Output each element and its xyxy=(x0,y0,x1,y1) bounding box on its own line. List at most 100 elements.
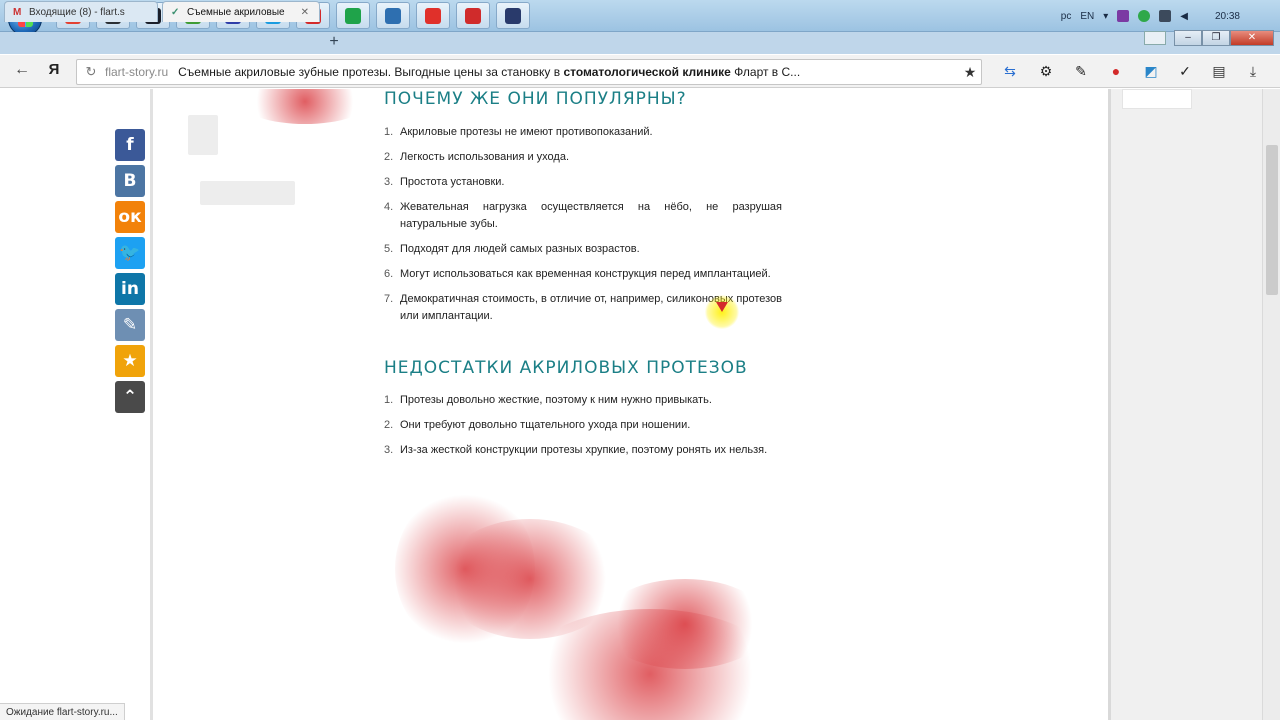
list-item-text: Жевательная нагрузка осуществляется на н… xyxy=(400,201,782,230)
media-icon xyxy=(505,7,521,24)
address-domain: flart-story.ru xyxy=(105,65,169,79)
tray-expand-icon[interactable]: ▾ xyxy=(1103,11,1108,22)
chat-icon xyxy=(385,7,401,24)
taskbar-app-button[interactable] xyxy=(416,2,450,29)
network-icon[interactable] xyxy=(1159,10,1172,22)
window-controls: – ❐ ✕ xyxy=(1174,30,1274,46)
address-page-title: Съемные акриловые зубные протезы. Выгодн… xyxy=(178,65,959,79)
yandex-y-icon xyxy=(425,7,441,24)
cursor-highlight xyxy=(705,295,739,329)
list-item: 2. Легкость использования и ухода. xyxy=(384,149,782,166)
mouse-cursor-icon xyxy=(716,302,728,312)
reload-icon[interactable]: ↻ xyxy=(81,64,101,80)
site-favicon-icon: ✓ xyxy=(171,6,180,18)
facebook-icon[interactable]: f xyxy=(115,129,145,161)
more-icon[interactable]: ⌃ xyxy=(115,381,145,413)
scrollbar-thumb[interactable] xyxy=(1266,145,1278,295)
clock[interactable]: 20:38 xyxy=(1215,11,1240,22)
twitter-icon[interactable]: 🐦 xyxy=(115,237,145,269)
downloads-icon[interactable] xyxy=(1144,31,1166,45)
tray-app-icon[interactable] xyxy=(1117,10,1130,22)
taskbar-app-button[interactable] xyxy=(336,2,370,29)
tab-inbox[interactable]: M Входящие (8) - flart.s xyxy=(4,1,158,22)
green-circle-icon xyxy=(345,7,361,24)
pen-icon[interactable]: ✎ xyxy=(1071,61,1091,81)
list-item: 3. Простота установки. xyxy=(384,174,782,191)
decorative-image-fragment xyxy=(188,115,218,155)
list-number: 3. xyxy=(384,176,394,188)
bookmark-star-icon[interactable]: ★ xyxy=(959,64,981,81)
system-tray: pc EN ▾ ◀ 20:38 xyxy=(1061,0,1240,32)
list-number: 2. xyxy=(384,419,394,431)
list-number: 2. xyxy=(384,151,394,163)
social-share-bar: f Вок 🐦 in ✎ ★ ⌃ xyxy=(115,129,145,413)
status-bar: Ожидание flart-story.ru... xyxy=(0,703,125,720)
yandex-logo-icon[interactable]: Я xyxy=(44,61,64,81)
language-indicator[interactable]: pc xyxy=(1061,11,1072,22)
taskbar-app-button[interactable] xyxy=(496,2,530,29)
taskbar-app-button[interactable] xyxy=(456,2,490,29)
list-number: 4. xyxy=(384,201,394,213)
translate-icon[interactable]: ⇆ xyxy=(1000,61,1020,81)
title-part: Съемные акриловые зубные протезы. Выгодн… xyxy=(178,65,564,79)
address-bar[interactable]: ↻ flart-story.ru Съемные акриловые зубны… xyxy=(76,59,982,85)
list-number: 5. xyxy=(384,243,394,255)
close-tab-icon[interactable]: ✕ xyxy=(301,7,309,18)
gutter-widget xyxy=(1122,89,1192,109)
close-window-button[interactable]: ✕ xyxy=(1230,30,1274,46)
tab-dentures[interactable]: ✓ Съемные акриловые ✕ xyxy=(162,1,320,22)
list-icon[interactable]: ▤ xyxy=(1209,61,1229,81)
drawbacks-list: 1. Протезы довольно жесткие, поэтому к ни… xyxy=(384,392,782,467)
page-viewport: ПОЧЕМУ ЖЕ ОНИ ПОПУЛЯРНЫ? 1. Акриловые про… xyxy=(0,89,1262,720)
new-tab-button[interactable]: + xyxy=(326,33,342,51)
list-number: 6. xyxy=(384,268,394,280)
settings-gear-icon[interactable]: ⚙ xyxy=(1036,61,1056,81)
list-number: 3. xyxy=(384,444,394,456)
page-left-edge xyxy=(150,89,153,720)
tab-strip xyxy=(0,32,1280,54)
list-item-text: Простота установки. xyxy=(400,176,505,188)
decorative-image-fragment xyxy=(200,181,295,205)
tab-label: Входящие (8) - flart.s xyxy=(29,6,125,18)
decorative-image-fragment xyxy=(240,89,370,124)
list-item: 1. Акриловые протезы не имеют противопока… xyxy=(384,124,782,141)
odnoklassniki-icon[interactable]: ок xyxy=(115,201,145,233)
minimize-button[interactable]: – xyxy=(1174,30,1202,46)
taskbar-app-button[interactable] xyxy=(376,2,410,29)
list-item: 6. Могут использоваться как временная кон… xyxy=(384,266,782,283)
list-item-text: Акриловые протезы не имеют противопоказа… xyxy=(400,126,653,138)
list-item-text: Могут использоваться как временная конст… xyxy=(400,268,771,280)
list-item: 4. Жевательная нагрузка осуществляется на… xyxy=(384,199,782,233)
list-item-text: Протезы довольно жесткие, поэтому к ним … xyxy=(400,394,712,406)
bookmark-star-icon[interactable]: ★ xyxy=(115,345,145,377)
list-item: 3. Из-за жесткой конструкции протезы хруп… xyxy=(384,442,782,459)
tab-label: Съемные акриловые xyxy=(187,6,285,18)
maximize-button[interactable]: ❐ xyxy=(1202,30,1230,46)
page-right-gutter xyxy=(1111,89,1262,720)
livejournal-icon[interactable]: ✎ xyxy=(115,309,145,341)
list-number: 7. xyxy=(384,293,394,305)
list-item: 2. Они требуют довольно тщательного ухода… xyxy=(384,417,782,434)
keyboard-layout[interactable]: EN xyxy=(1080,11,1094,22)
checkmark-ext-icon[interactable]: ✓ xyxy=(1175,61,1195,81)
download-arrow-icon[interactable]: ⤓ xyxy=(1243,61,1263,81)
heading-why-popular: ПОЧЕМУ ЖЕ ОНИ ПОПУЛЯРНЫ? xyxy=(384,89,687,109)
list-item-text: Подходят для людей самых разных возрасто… xyxy=(400,243,640,255)
list-item-text: Из-за жесткой конструкции протезы хрупки… xyxy=(400,444,768,456)
list-item: 5. Подходят для людей самых разных возрас… xyxy=(384,241,782,258)
back-arrow-icon[interactable]: ← xyxy=(10,61,34,81)
gmail-icon: M xyxy=(13,6,22,18)
vk-icon[interactable]: В xyxy=(115,165,145,197)
denture-image xyxy=(600,579,770,669)
heading-drawbacks: НЕДОСТАТКИ АКРИЛОВЫХ ПРОТЕЗОВ xyxy=(384,358,748,378)
volume-icon[interactable]: ◀ xyxy=(1180,11,1188,22)
screenshot-icon[interactable]: ◩ xyxy=(1141,61,1161,81)
list-number: 1. xyxy=(384,126,394,138)
linkedin-icon[interactable]: in xyxy=(115,273,145,305)
vertical-scrollbar[interactable] xyxy=(1262,89,1280,720)
tray-status-icon[interactable] xyxy=(1138,10,1151,22)
adblock-icon[interactable]: ● xyxy=(1106,61,1126,81)
list-item-text: Легкость использования и ухода. xyxy=(400,151,570,163)
title-bold-part: стоматологической клинике xyxy=(563,65,731,79)
list-item-text: Они требуют довольно тщательного ухода п… xyxy=(400,419,691,431)
